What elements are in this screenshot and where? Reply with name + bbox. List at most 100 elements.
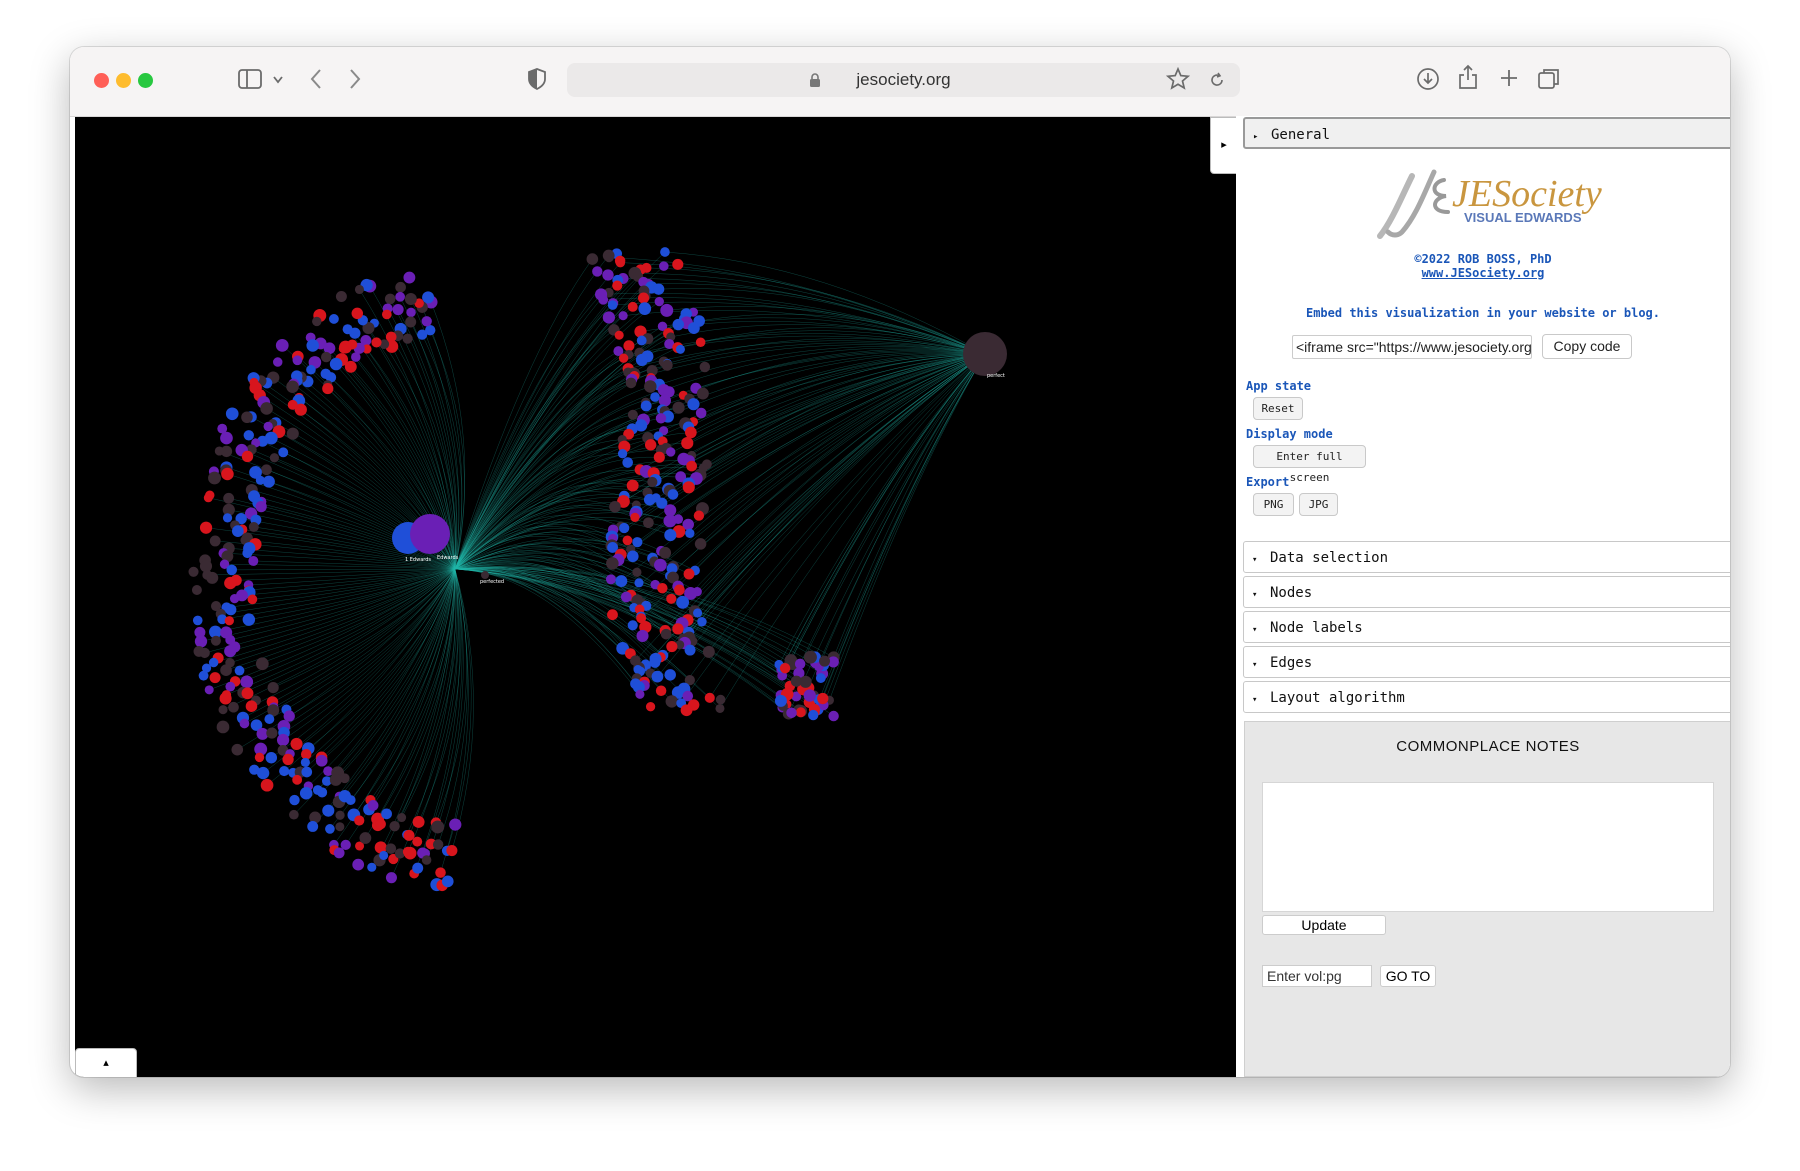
graph-node xyxy=(395,291,405,302)
graph-node xyxy=(229,593,240,604)
graph-node xyxy=(618,353,629,363)
graph-node xyxy=(247,594,258,605)
jpg-button[interactable]: JPG xyxy=(1299,493,1338,516)
graph-node xyxy=(661,359,673,371)
graph-node xyxy=(289,809,299,820)
embed-code-input[interactable]: <iframe src="https://www.jesociety.org/i xyxy=(1292,335,1532,359)
reload-icon[interactable] xyxy=(1209,72,1225,88)
graph-node xyxy=(263,421,273,432)
graph-node xyxy=(340,839,351,851)
graph-node xyxy=(649,657,661,668)
graph-node xyxy=(335,822,345,832)
graph-node xyxy=(672,623,684,635)
graph-node xyxy=(682,481,695,494)
graph-node xyxy=(275,338,289,352)
graph-node xyxy=(817,692,829,705)
vol-pg-input[interactable]: Enter vol:pg xyxy=(1262,965,1372,987)
graph-node xyxy=(704,692,715,703)
general-section-header[interactable]: ▸ General xyxy=(1243,117,1730,149)
graph-node xyxy=(634,578,644,588)
graph-node xyxy=(657,582,668,594)
shield-icon[interactable] xyxy=(528,68,546,90)
graph-node xyxy=(638,292,650,304)
graph-node xyxy=(632,567,642,577)
graph-node xyxy=(665,695,678,708)
graph-node xyxy=(329,773,342,786)
embed-text: Embed this visualization in your website… xyxy=(1305,306,1660,320)
graph-node xyxy=(432,839,444,850)
graph-node xyxy=(262,475,275,488)
graph-node xyxy=(664,529,677,542)
graph-node xyxy=(191,585,202,595)
forward-icon[interactable] xyxy=(348,68,362,90)
graph-node xyxy=(225,604,237,616)
graph-node xyxy=(223,492,235,504)
graph-node xyxy=(666,640,678,653)
graph-node xyxy=(586,253,599,265)
graph-node xyxy=(672,318,684,331)
node-labels-section[interactable]: ▾ Node labels xyxy=(1243,611,1730,643)
graph-node xyxy=(267,682,279,694)
address-bar[interactable]: jesociety.org xyxy=(567,63,1240,97)
graph-node xyxy=(240,675,254,689)
graph-node xyxy=(644,439,657,451)
graph-node xyxy=(683,568,695,580)
zoom-window-button[interactable] xyxy=(138,73,153,88)
graph-node xyxy=(248,555,259,566)
reset-button[interactable]: Reset xyxy=(1253,397,1303,420)
graph-node xyxy=(228,701,239,713)
browser-window: jesociety.org 1 Edwards Edwards perfected p… xyxy=(70,47,1730,1077)
plus-icon[interactable] xyxy=(1498,67,1520,89)
right-hub-label: perfect xyxy=(987,373,1005,379)
graph-node xyxy=(687,398,700,411)
share-icon[interactable] xyxy=(1458,64,1478,90)
layout-algorithm-section[interactable]: ▾ Layout algorithm xyxy=(1243,681,1730,713)
graph-node xyxy=(283,710,295,722)
graph-node xyxy=(209,535,221,547)
back-icon[interactable] xyxy=(309,68,323,90)
notes-textarea[interactable] xyxy=(1262,782,1714,912)
graph-canvas[interactable]: 1 Edwards Edwards perfected perfect xyxy=(75,117,1236,1077)
graph-node xyxy=(338,343,349,354)
graph-node xyxy=(609,500,621,513)
graph-node xyxy=(606,557,619,570)
graph-node xyxy=(655,685,667,697)
data-selection-section[interactable]: ▾ Data selection xyxy=(1243,541,1730,573)
network-graph[interactable]: 1 Edwards Edwards perfected perfect xyxy=(75,117,1236,1077)
graph-node xyxy=(693,608,703,618)
graph-node xyxy=(715,694,726,705)
graph-node xyxy=(645,702,656,712)
graph-node xyxy=(652,283,665,295)
minimize-window-button[interactable] xyxy=(116,73,131,88)
sidebar-icon[interactable] xyxy=(238,69,262,89)
expand-bottom-button[interactable]: ▴ xyxy=(75,1048,137,1077)
graph-node xyxy=(654,558,667,572)
graph-node xyxy=(604,252,614,263)
graph-node xyxy=(666,593,677,604)
edges-section[interactable]: ▾ Edges xyxy=(1243,646,1730,678)
chevron-down-icon[interactable] xyxy=(272,75,284,85)
graph-node xyxy=(619,522,630,534)
graph-node xyxy=(279,765,290,777)
logo-sub-text: VISUAL EDWARDS xyxy=(1464,210,1582,225)
graph-node xyxy=(389,821,400,832)
full-screen-button[interactable]: Enter full screen xyxy=(1253,445,1366,484)
tabs-icon[interactable] xyxy=(1537,67,1561,91)
graph-node xyxy=(786,707,797,719)
website-link[interactable]: www.JESociety.org xyxy=(1236,266,1730,280)
nodes-section[interactable]: ▾ Nodes xyxy=(1243,576,1730,608)
graph-node xyxy=(675,344,685,354)
star-icon[interactable] xyxy=(1166,67,1190,91)
graph-node xyxy=(214,446,224,456)
go-to-button[interactable]: GO TO xyxy=(1380,965,1436,987)
graph-node xyxy=(627,620,638,631)
update-button[interactable]: Update xyxy=(1262,915,1386,935)
graph-node xyxy=(222,513,233,523)
close-window-button[interactable] xyxy=(94,73,109,88)
download-icon[interactable] xyxy=(1416,67,1440,91)
collapse-panel-button[interactable]: ▸ xyxy=(1210,117,1238,174)
graph-node xyxy=(218,705,228,715)
graph-node xyxy=(192,615,203,626)
png-button[interactable]: PNG xyxy=(1253,493,1294,516)
copy-code-button[interactable]: Copy code xyxy=(1542,334,1632,359)
